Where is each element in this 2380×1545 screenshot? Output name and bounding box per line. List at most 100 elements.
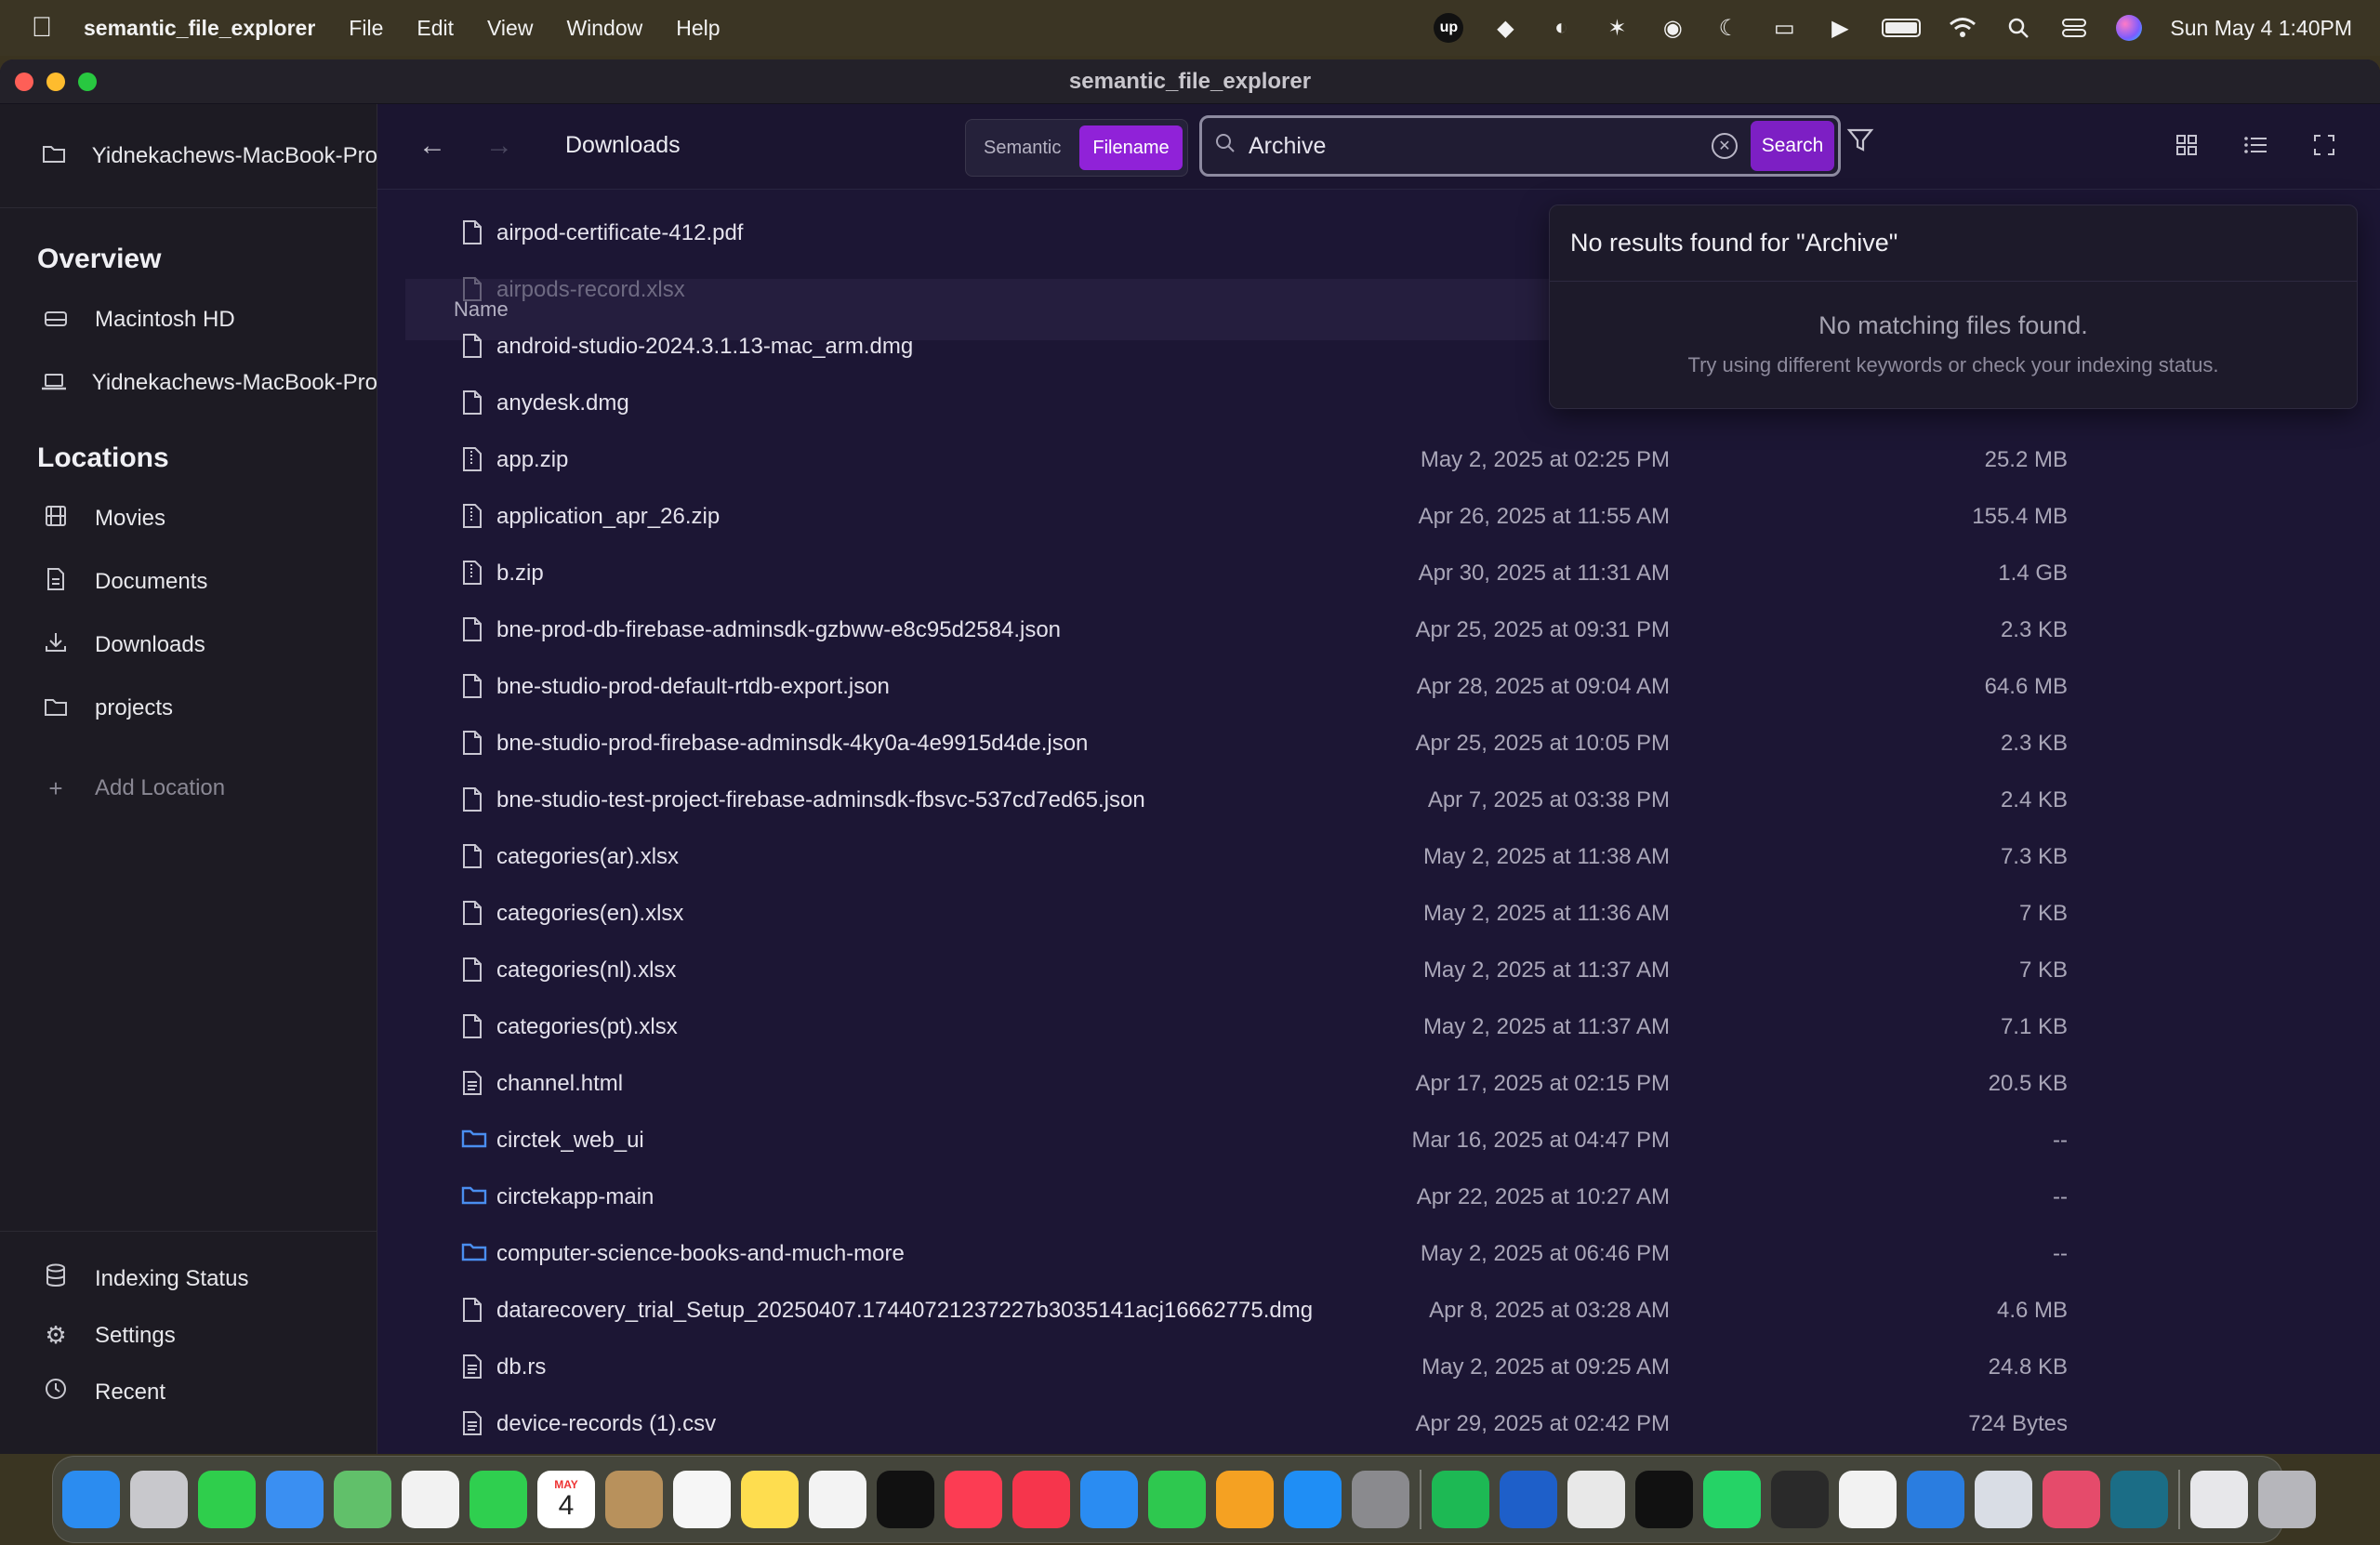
- menu-help[interactable]: Help: [659, 16, 736, 41]
- calendar-icon[interactable]: MAY 4: [537, 1471, 595, 1528]
- folder-row[interactable]: circtek_web_ui Mar 16, 2025 at 04:47 PM --: [405, 1112, 2352, 1169]
- siri-icon[interactable]: [2116, 15, 2143, 41]
- photos-icon[interactable]: [402, 1471, 459, 1528]
- close-window-button[interactable]: [15, 72, 33, 91]
- contacts-icon[interactable]: [605, 1471, 663, 1528]
- mode-semantic-button[interactable]: Semantic: [971, 125, 1074, 170]
- minimize-window-button[interactable]: [46, 72, 65, 91]
- list-view-icon[interactable]: [2237, 126, 2274, 164]
- preview-icon[interactable]: [1975, 1471, 2032, 1528]
- search-input[interactable]: Archive: [1249, 133, 1712, 160]
- filter-icon[interactable]: [1846, 126, 1884, 164]
- file-row[interactable]: datarecovery_trial_Setup_20250407.174407…: [405, 1282, 2352, 1339]
- file-row[interactable]: categories(ar).xlsx May 2, 2025 at 11:38 …: [405, 828, 2352, 885]
- app-store-icon[interactable]: [1284, 1471, 1342, 1528]
- file-row[interactable]: device-records (1).csv Apr 29, 2025 at 02…: [405, 1395, 2352, 1452]
- gauge-tray-icon[interactable]: ◐: [1547, 14, 1575, 42]
- photo-booth-icon[interactable]: [2043, 1471, 2100, 1528]
- mail-icon[interactable]: [266, 1471, 324, 1528]
- launchpad-icon[interactable]: [130, 1471, 188, 1528]
- messages-icon[interactable]: [198, 1471, 256, 1528]
- system-settings-icon[interactable]: [1352, 1471, 1409, 1528]
- maps-icon[interactable]: [334, 1471, 391, 1528]
- sidebar-item-movies[interactable]: Movies: [0, 487, 377, 550]
- spotify-icon[interactable]: [1432, 1471, 1489, 1528]
- menu-edit[interactable]: Edit: [400, 16, 470, 41]
- breadcrumb[interactable]: Downloads: [565, 132, 681, 159]
- forward-arrow-icon[interactable]: →: [485, 130, 513, 162]
- sidebar-item-documents[interactable]: Documents: [0, 550, 377, 614]
- file-row[interactable]: categories(pt).xlsx May 2, 2025 at 11:37 …: [405, 998, 2352, 1055]
- name-column-header[interactable]: Name: [454, 297, 509, 322]
- zoom-window-button[interactable]: [78, 72, 97, 91]
- file-row[interactable]: b.zip Apr 30, 2025 at 11:31 AM 1.4 GB: [405, 545, 2352, 601]
- shield-tray-icon[interactable]: ◆: [1491, 14, 1519, 42]
- keynote-icon[interactable]: [1080, 1471, 1138, 1528]
- upwork-icon[interactable]: [1635, 1471, 1693, 1528]
- sidebar-item-downloads[interactable]: Downloads: [0, 614, 377, 677]
- chrome-icon[interactable]: [1567, 1471, 1625, 1528]
- file-row[interactable]: categories(nl).xlsx May 2, 2025 at 11:37 …: [405, 942, 2352, 998]
- fullscreen-icon[interactable]: [2306, 126, 2343, 164]
- sidebar-item-label: Indexing Status: [95, 1265, 249, 1291]
- file-row[interactable]: bne-prod-db-firebase-adminsdk-gzbww-e8c9…: [405, 601, 2352, 658]
- folder-row[interactable]: circtekapp-main Apr 22, 2025 at 10:27 AM -…: [405, 1169, 2352, 1225]
- file-row[interactable]: bne-studio-test-project-firebase-adminsd…: [405, 772, 2352, 828]
- file-row[interactable]: channel.html Apr 17, 2025 at 02:15 PM 20.5…: [405, 1055, 2352, 1112]
- file-row[interactable]: application_apr_26.zip Apr 26, 2025 at 11…: [405, 488, 2352, 545]
- documents-stack-icon[interactable]: [2190, 1471, 2248, 1528]
- file-row[interactable]: bne-studio-prod-firebase-adminsdk-4ky0a-…: [405, 715, 2352, 772]
- back-arrow-icon[interactable]: ←: [418, 130, 446, 162]
- grid-view-icon[interactable]: [2168, 126, 2205, 164]
- sidebar-item-macintosh-hd[interactable]: Macintosh HD: [0, 288, 377, 351]
- sidebar-item-indexing-status[interactable]: Indexing Status: [0, 1250, 377, 1307]
- control-center-icon[interactable]: [2060, 14, 2088, 42]
- spotlight-search-icon[interactable]: [2004, 14, 2032, 42]
- word-icon[interactable]: [1500, 1471, 1557, 1528]
- folder-row[interactable]: computer-science-books-and-much-more May …: [405, 1225, 2352, 1282]
- file-row[interactable]: db.rs May 2, 2025 at 09:25 AM 24.8 KB: [405, 1339, 2352, 1395]
- trash-icon[interactable]: [2258, 1471, 2316, 1528]
- play-icon[interactable]: ▶: [1826, 14, 1854, 42]
- search-button[interactable]: Search: [1751, 121, 1834, 171]
- freeform-icon[interactable]: [809, 1471, 866, 1528]
- file-row[interactable]: categories(en).xlsx May 2, 2025 at 11:36 …: [405, 885, 2352, 942]
- sidebar-item-recent[interactable]: Recent: [0, 1364, 377, 1420]
- music-icon[interactable]: [945, 1471, 1002, 1528]
- xcode-icon[interactable]: [1907, 1471, 1964, 1528]
- camera-tray-icon[interactable]: ◉: [1659, 14, 1686, 42]
- battery-icon[interactable]: [1882, 19, 1922, 37]
- sidebar-host-header[interactable]: Yidnekachews-MacBook-Pro: [0, 104, 377, 208]
- sidebar-item-macbook[interactable]: Yidnekachews-MacBook-Pro: [0, 351, 377, 415]
- notes-icon[interactable]: [741, 1471, 799, 1528]
- whatsapp-icon[interactable]: [1703, 1471, 1761, 1528]
- wifi-icon[interactable]: [1949, 14, 1977, 42]
- moon-icon[interactable]: ☾: [1714, 14, 1742, 42]
- display-icon[interactable]: ▭: [1770, 14, 1798, 42]
- finder-icon[interactable]: [62, 1471, 120, 1528]
- tv-icon[interactable]: [877, 1471, 934, 1528]
- numbers-icon[interactable]: [1148, 1471, 1206, 1528]
- menu-view[interactable]: View: [470, 16, 549, 41]
- app-menu-name[interactable]: semantic_file_explorer: [84, 16, 332, 41]
- file-row[interactable]: bne-studio-prod-default-rtdb-export.json…: [405, 658, 2352, 715]
- pages-icon[interactable]: [1216, 1471, 1274, 1528]
- reminders-icon[interactable]: [673, 1471, 731, 1528]
- news-icon[interactable]: [1012, 1471, 1070, 1528]
- clear-search-icon[interactable]: ✕: [1712, 133, 1738, 159]
- qoder-icon[interactable]: [2110, 1471, 2168, 1528]
- puzzle-tray-icon[interactable]: ✶: [1603, 14, 1631, 42]
- wps-icon[interactable]: [1839, 1471, 1897, 1528]
- facetime-icon[interactable]: [469, 1471, 527, 1528]
- add-location-button[interactable]: + Add Location: [0, 757, 377, 820]
- sidebar-item-settings[interactable]: ⚙ Settings: [0, 1307, 377, 1364]
- mode-filename-button[interactable]: Filename: [1079, 125, 1183, 170]
- file-row[interactable]: app.zip May 2, 2025 at 02:25 PM 25.2 MB: [405, 431, 2352, 488]
- upwork-tray-icon[interactable]: up: [1434, 13, 1464, 43]
- menu-window[interactable]: Window: [549, 16, 659, 41]
- menu-file[interactable]: File: [332, 16, 400, 41]
- menu-clock[interactable]: Sun May 4 1:40PM: [2170, 16, 2352, 41]
- apple-menu-icon[interactable]: : [0, 12, 84, 44]
- cube-app-icon[interactable]: [1771, 1471, 1829, 1528]
- sidebar-item-projects[interactable]: projects: [0, 677, 377, 740]
